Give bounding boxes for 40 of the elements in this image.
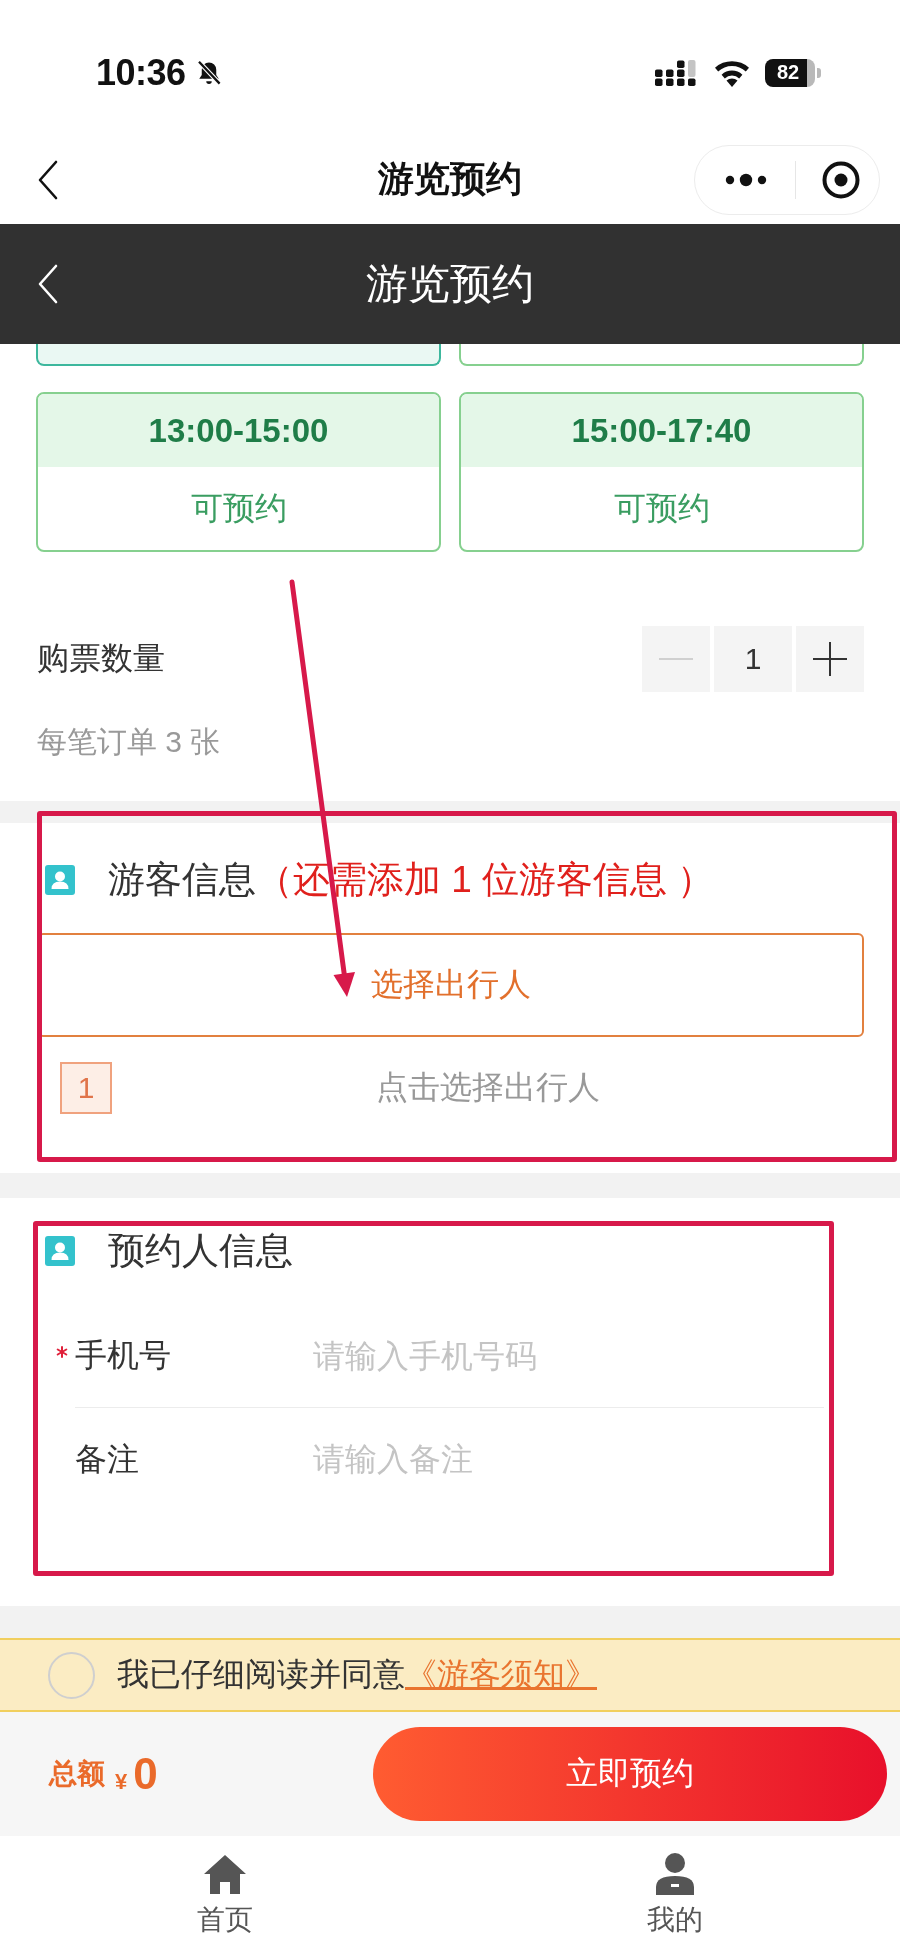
book-now-button[interactable]: 立即预约 [373, 1727, 887, 1821]
minus-icon [659, 658, 693, 660]
slot-time: 13:00-15:00 [38, 394, 439, 467]
traveler-number: 1 [60, 1062, 112, 1114]
plus-icon [813, 642, 847, 676]
status-time: 10:36 [96, 51, 186, 94]
more-icon[interactable] [725, 172, 767, 187]
quantity-label: 购票数量 [37, 639, 165, 678]
field-label: 备注 [75, 1439, 140, 1479]
section-title: 预约人信息 [108, 1229, 293, 1273]
wifi-icon [713, 58, 751, 87]
page-title: 游览预约 [366, 259, 534, 309]
slot-status: 可预约 [612, 488, 711, 528]
total-label: 总额 [49, 1757, 105, 1791]
notice-link[interactable]: 《游客须知》 [405, 1656, 597, 1692]
quantity-note: 每笔订单 3 张 [37, 724, 222, 760]
input-field[interactable]: 请输入手机号码 [313, 1326, 824, 1386]
home-icon [203, 1853, 247, 1895]
agreement-checkbox[interactable] [48, 1651, 95, 1699]
time-slot-card[interactable]: 13:00-15:00 可预约 [36, 392, 441, 552]
slot-time: 15:00-17:40 [461, 394, 862, 467]
nav-title: 游览预约 [378, 157, 522, 201]
time-slot-card[interactable]: 15:00-17:40 可预约 [459, 392, 864, 552]
traveler-prompt[interactable]: 点击选择出行人 [112, 1066, 864, 1110]
back-icon[interactable] [37, 159, 59, 200]
section-hint: （还需添加 1 位游客信息 ） [256, 858, 715, 902]
slot-status: 可预约 [189, 488, 288, 528]
increase-button[interactable] [796, 626, 864, 692]
total-amount: ¥0 [115, 1749, 158, 1799]
input-field[interactable]: 请输入备注 [313, 1429, 824, 1490]
circle-dot-icon[interactable] [822, 160, 860, 199]
section-title: 游客信息 [108, 858, 256, 902]
person-icon [45, 1236, 75, 1266]
person-icon [45, 865, 75, 895]
signal-icon [655, 59, 699, 86]
battery-indicator: 82 [765, 58, 821, 87]
quantity-field[interactable]: 1 [714, 626, 792, 692]
agreement-text: 我已仔细阅读并同意《游客须知》 [117, 1655, 597, 1694]
person-icon [653, 1853, 697, 1895]
field-label: 手机号 [75, 1336, 172, 1375]
